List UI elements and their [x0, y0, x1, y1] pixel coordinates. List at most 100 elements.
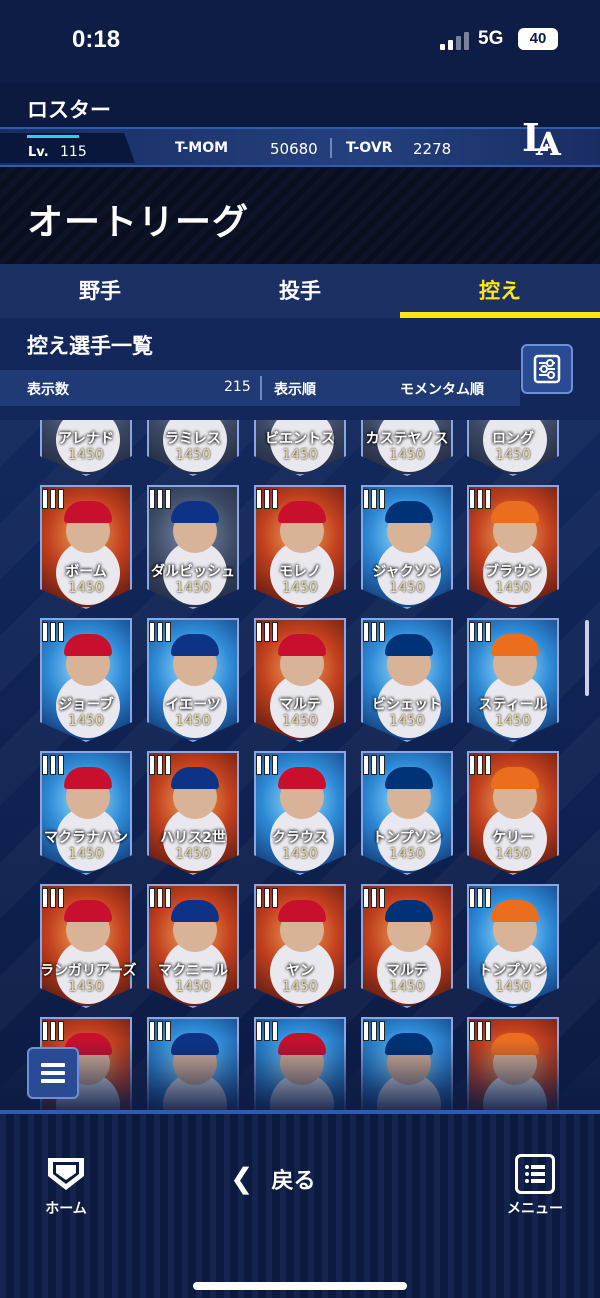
player-card[interactable]: ランガリアーズ 1450	[40, 884, 136, 1008]
player-card[interactable]: ハリス2世 1450	[147, 751, 239, 875]
player-card[interactable]: マルテ 1450	[361, 884, 453, 1008]
player-card[interactable]: マクニール 1450	[147, 884, 239, 1008]
signal-icon	[440, 30, 470, 50]
player-name: ハリス2世	[160, 830, 226, 846]
player-card[interactable]: ビシェット 1450	[361, 618, 453, 742]
filter-bar: 表示数 215 表示順 モメンタム順	[0, 370, 520, 406]
player-name: ボーム	[65, 564, 107, 580]
rank-bars-icon	[256, 489, 284, 509]
tab-fielders[interactable]: 野手	[0, 264, 200, 318]
player-name: ダルビッシュ	[151, 564, 235, 580]
player-score: 1450	[175, 713, 211, 729]
bottom-nav: ホーム ❮ 戻る メニュー	[0, 1110, 600, 1298]
player-card[interactable]: ヤン 1450	[254, 884, 346, 1008]
player-score: 1450	[389, 580, 425, 596]
player-card[interactable]: クラウス 1450	[254, 751, 346, 875]
player-score: 1450	[282, 447, 318, 463]
player-card[interactable]: ケリー 1450	[467, 751, 559, 875]
player-score: 1450	[389, 713, 425, 729]
player-card[interactable]: トンプソン 1450	[361, 751, 453, 875]
player-score: 1450	[175, 580, 211, 596]
player-score: 1450	[68, 713, 104, 729]
divider	[260, 376, 262, 400]
cap-icon	[278, 634, 326, 656]
league-name: オートリーグ	[27, 202, 250, 243]
tovr-value: 2278	[413, 140, 452, 158]
chevron-left-icon: ❮	[230, 1162, 254, 1195]
rank-bars-icon	[469, 622, 497, 642]
cap-icon	[171, 767, 219, 789]
rank-bars-icon	[256, 622, 284, 642]
player-card[interactable]: モレノ 1450	[254, 485, 346, 609]
level-label: Lv.	[28, 145, 49, 160]
cap-icon	[491, 634, 539, 656]
player-card[interactable]: ダルビッシュ 1450	[147, 485, 239, 609]
rank-bars-icon	[42, 622, 70, 642]
status-bar: 0:18 5G 40	[0, 0, 600, 82]
count-label: 表示数	[27, 382, 69, 398]
player-name: ジャクソン	[372, 564, 442, 580]
player-card-grid[interactable]: アレナド 1450 ラミレス 1450 ビエントス 1450 カステヤノス 1450 ロング 14…	[0, 410, 600, 1110]
player-name: ヤン	[286, 963, 314, 979]
player-score: 1450	[282, 846, 318, 862]
clock: 0:18	[72, 26, 121, 53]
player-name: イエーツ	[165, 697, 221, 713]
rank-bars-icon	[42, 489, 70, 509]
player-card[interactable]: トンプソン 1450	[467, 884, 559, 1008]
tovr-label: T-OVR	[346, 140, 393, 156]
cap-icon	[171, 501, 219, 523]
cap-icon	[64, 501, 112, 523]
rank-bars-icon	[149, 888, 177, 908]
rank-bars-icon	[42, 888, 70, 908]
rank-bars-icon	[363, 755, 391, 775]
player-score: 1450	[68, 447, 104, 463]
home-button[interactable]: ホーム	[40, 1154, 92, 1234]
rank-bars-icon	[42, 755, 70, 775]
scrollbar[interactable]	[585, 620, 589, 696]
player-name: ブラウン	[485, 564, 541, 580]
grid-fade	[0, 1040, 600, 1110]
filter-button[interactable]	[521, 344, 573, 394]
player-name: カステヤノス	[365, 431, 449, 447]
order-select[interactable]: モメンタム順	[400, 379, 484, 399]
player-name: トンプソン	[478, 963, 548, 979]
cap-icon	[491, 767, 539, 789]
home-label: ホーム	[45, 1201, 87, 1217]
player-score: 1450	[282, 979, 318, 995]
tab-bench[interactable]: 控え	[400, 264, 600, 318]
rank-bars-icon	[469, 888, 497, 908]
tab-pitchers[interactable]: 投手	[200, 264, 400, 318]
player-card[interactable]: ジャクソン 1450	[361, 485, 453, 609]
player-name: トンプソン	[372, 830, 442, 846]
order-label: 表示順	[274, 382, 316, 398]
player-name: ケリー	[492, 830, 534, 846]
player-name: マクニール	[158, 963, 228, 979]
back-button[interactable]: ❮ 戻る	[230, 1162, 315, 1196]
svg-text:A: A	[535, 125, 562, 161]
player-card[interactable]: イエーツ 1450	[147, 618, 239, 742]
player-score: 1450	[282, 713, 318, 729]
divider	[330, 138, 332, 158]
menu-button[interactable]: メニュー	[500, 1154, 570, 1234]
cap-icon	[278, 501, 326, 523]
rank-bars-icon	[149, 489, 177, 509]
team-stat-bar: Lv. 115 T-MOM 50680 T-OVR 2278	[0, 127, 600, 167]
player-card[interactable]: スティール 1450	[467, 618, 559, 742]
cap-icon	[64, 767, 112, 789]
player-card[interactable]: マルテ 1450	[254, 618, 346, 742]
player-card[interactable]: ボーム 1450	[40, 485, 132, 609]
rank-bars-icon	[363, 489, 391, 509]
rank-bars-icon	[469, 755, 497, 775]
player-card[interactable]: ブラウン 1450	[467, 485, 559, 609]
player-card[interactable]: ジョーブ 1450	[40, 618, 132, 742]
cap-icon	[385, 767, 433, 789]
player-score: 1450	[495, 713, 531, 729]
back-label: 戻る	[271, 1169, 316, 1194]
player-score: 1450	[495, 979, 531, 995]
list-menu-button[interactable]	[27, 1047, 79, 1099]
position-tabs: 野手 投手 控え	[0, 264, 600, 318]
rank-bars-icon	[363, 622, 391, 642]
player-card[interactable]: マクラナハン 1450	[40, 751, 132, 875]
level-progress	[27, 135, 79, 138]
player-score: 1450	[495, 846, 531, 862]
